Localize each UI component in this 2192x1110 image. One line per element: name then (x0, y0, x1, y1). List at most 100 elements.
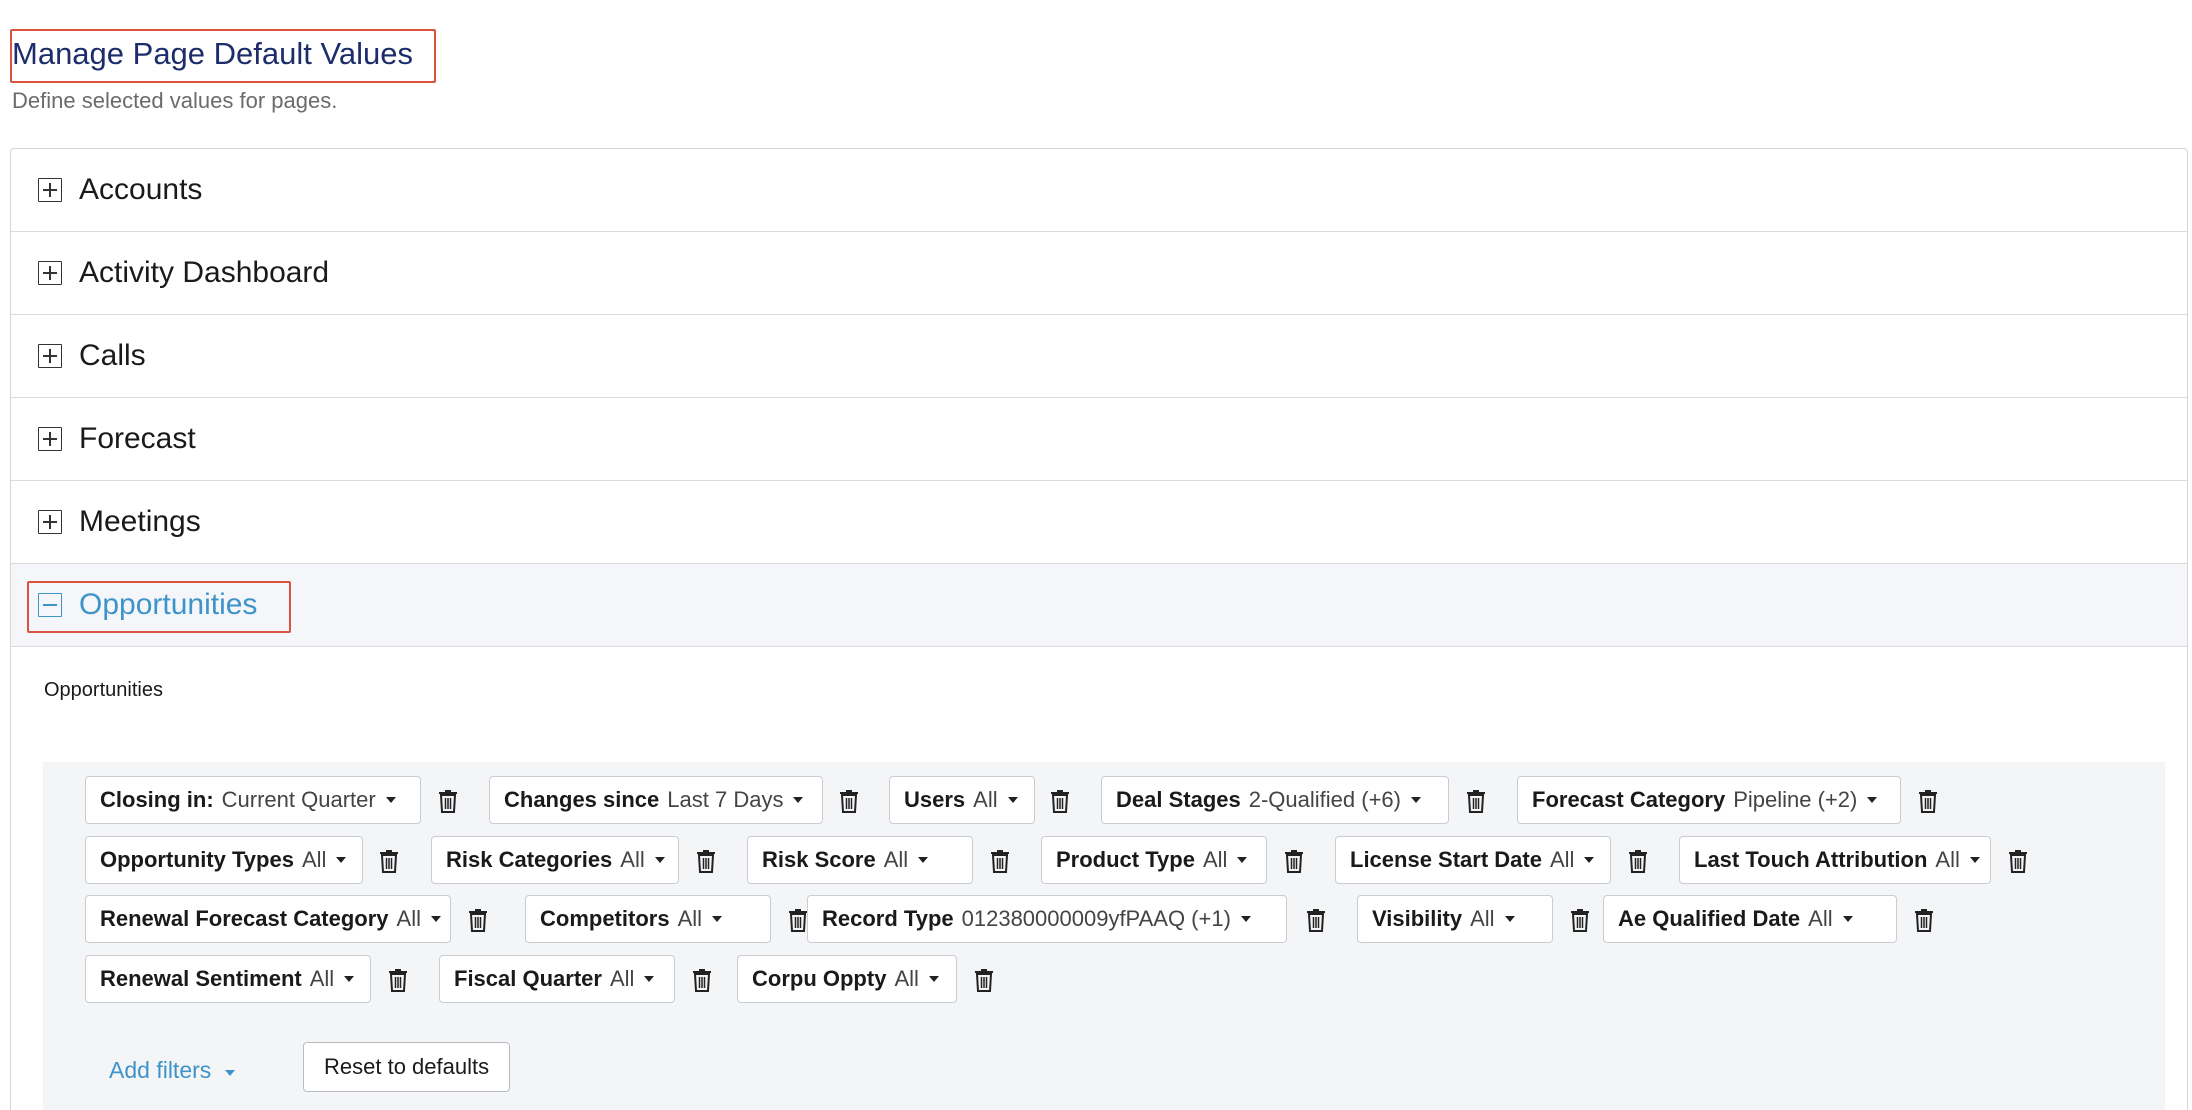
page: Manage Page Default Values Define select… (0, 0, 2192, 1110)
trash-icon[interactable] (1917, 788, 1939, 814)
filter-chip-risk-categories[interactable]: Risk Categories All (431, 836, 679, 884)
filter-chip-renewal-sentiment[interactable]: Renewal Sentiment All (85, 955, 371, 1003)
filter-chip-fiscal-quarter[interactable]: Fiscal Quarter All (439, 955, 675, 1003)
trash-icon[interactable] (1913, 907, 1935, 933)
filter-value: All (677, 906, 703, 931)
filter-chip-ae-qualified-date[interactable]: Ae Qualified Date All (1603, 895, 1897, 943)
filter-chip-risk-score[interactable]: Risk Score All (747, 836, 973, 884)
reset-to-defaults-button[interactable]: Reset to defaults (303, 1042, 511, 1092)
filter-value: All (883, 847, 909, 872)
filter-name: Users (904, 787, 966, 812)
caret-down-icon (1007, 797, 1018, 803)
trash-icon[interactable] (378, 848, 400, 874)
caret-down-icon (336, 857, 347, 863)
filter-name: Renewal Sentiment (100, 966, 302, 991)
trash-icon[interactable] (1305, 907, 1327, 933)
section-meetings[interactable]: Meetings (11, 481, 2187, 564)
caret-down-icon (1867, 797, 1878, 803)
filter-chip-visibility[interactable]: Visibility All (1357, 895, 1553, 943)
trash-icon[interactable] (989, 848, 1011, 874)
filter-name: Competitors (540, 906, 670, 931)
trash-icon[interactable] (1283, 848, 1305, 874)
expand-plus-icon[interactable] (38, 510, 62, 534)
filter-name: Visibility (1372, 906, 1463, 931)
section-forecast[interactable]: Forecast (11, 398, 2187, 481)
filter-name: Record Type (822, 906, 954, 931)
trash-icon[interactable] (787, 907, 809, 933)
filter-value: All (609, 966, 635, 991)
trash-icon[interactable] (695, 848, 717, 874)
filter-value: 012380000009yfPAAQ (+1) (961, 906, 1231, 931)
filter-value: All (396, 906, 421, 931)
filter-name: Forecast Category (1532, 787, 1726, 812)
section-label: Activity Dashboard (79, 256, 330, 289)
filter-name: Product Type (1056, 847, 1195, 872)
filter-name: Renewal Forecast Category (100, 906, 389, 931)
filter-chip-last-touch-attribution[interactable]: Last Touch Attribution All (1679, 836, 1991, 884)
filter-chip-competitors[interactable]: Competitors All (525, 895, 771, 943)
filter-name: Corpu Oppty (752, 966, 887, 991)
trash-icon[interactable] (1569, 907, 1591, 933)
filters-area: Closing in: Current Quarter Changes sinc… (43, 762, 2165, 1012)
expand-plus-icon[interactable] (38, 344, 62, 368)
trash-icon[interactable] (838, 788, 860, 814)
section-label: Forecast (79, 422, 196, 455)
expand-plus-icon[interactable] (38, 178, 62, 202)
page-title: Manage Page Default Values (12, 36, 413, 71)
add-filters-label: Add filters (109, 1057, 212, 1083)
filter-name: Risk Categories (446, 847, 613, 872)
filter-name: Deal Stages (1116, 787, 1241, 812)
filter-chip-closing-in[interactable]: Closing in: Current Quarter (85, 776, 421, 824)
trash-icon[interactable] (691, 967, 713, 993)
filter-chip-product-type[interactable]: Product Type All (1041, 836, 1267, 884)
section-label: Meetings (79, 505, 201, 538)
filter-value: All (620, 847, 645, 872)
filter-name: Fiscal Quarter (454, 966, 602, 991)
caret-down-icon (654, 857, 665, 863)
filter-name: Risk Score (762, 847, 876, 872)
filter-value: All (894, 966, 919, 991)
expand-plus-icon[interactable] (38, 261, 62, 285)
caret-down-icon (793, 797, 804, 803)
section-opportunities[interactable]: Opportunities (11, 564, 2187, 647)
page-subtitle: Define selected values for pages. (12, 88, 338, 113)
filter-value: All (1935, 847, 1960, 872)
collapse-minus-icon[interactable] (38, 593, 62, 617)
filter-chip-changes-since[interactable]: Changes since Last 7 Days (489, 776, 823, 824)
section-label: Accounts (79, 173, 203, 206)
trash-icon[interactable] (1627, 848, 1649, 874)
filter-value: All (1202, 847, 1228, 872)
section-calls[interactable]: Calls (11, 315, 2187, 398)
section-activity-dashboard[interactable]: Activity Dashboard (11, 232, 2187, 315)
filter-chip-users[interactable]: Users All (889, 776, 1035, 824)
caret-down-icon (1410, 797, 1421, 803)
filter-chip-opportunity-types[interactable]: Opportunity Types All (85, 836, 363, 884)
section-accounts[interactable]: Accounts (11, 149, 2187, 232)
filter-chip-license-start-date[interactable]: License Start Date All (1335, 836, 1611, 884)
filter-chip-renewal-forecast-category[interactable]: Renewal Forecast Category All (85, 895, 451, 943)
filter-chip-deal-stages[interactable]: Deal Stages 2-Qualified (+6) (1101, 776, 1449, 824)
filter-name: Closing in: (100, 787, 214, 812)
caret-down-icon (1237, 857, 1248, 863)
filter-name: Ae Qualified Date (1618, 906, 1801, 931)
add-filters-dropdown[interactable]: Add filters (109, 1057, 236, 1084)
filter-name: Changes since (504, 787, 660, 812)
trash-icon[interactable] (973, 967, 995, 993)
trash-icon[interactable] (387, 967, 409, 993)
expand-plus-icon[interactable] (38, 427, 62, 451)
filter-chip-record-type[interactable]: Record Type 012380000009yfPAAQ (+1) (807, 895, 1287, 943)
caret-down-icon (1584, 857, 1595, 863)
filter-value: All (309, 966, 335, 991)
trash-icon[interactable] (437, 788, 459, 814)
filter-name: License Start Date (1350, 847, 1542, 872)
trash-icon[interactable] (467, 907, 489, 933)
filter-chip-corpu-oppty[interactable]: Corpu Oppty All (737, 955, 957, 1003)
caret-down-icon (431, 916, 441, 922)
trash-icon[interactable] (1049, 788, 1071, 814)
caret-down-icon (928, 976, 939, 982)
trash-icon[interactable] (1465, 788, 1487, 814)
trash-icon[interactable] (2007, 848, 2029, 874)
section-label: Calls (79, 339, 146, 372)
caret-down-icon (344, 976, 355, 982)
filter-chip-forecast-category[interactable]: Forecast Category Pipeline (+2) (1517, 776, 1901, 824)
